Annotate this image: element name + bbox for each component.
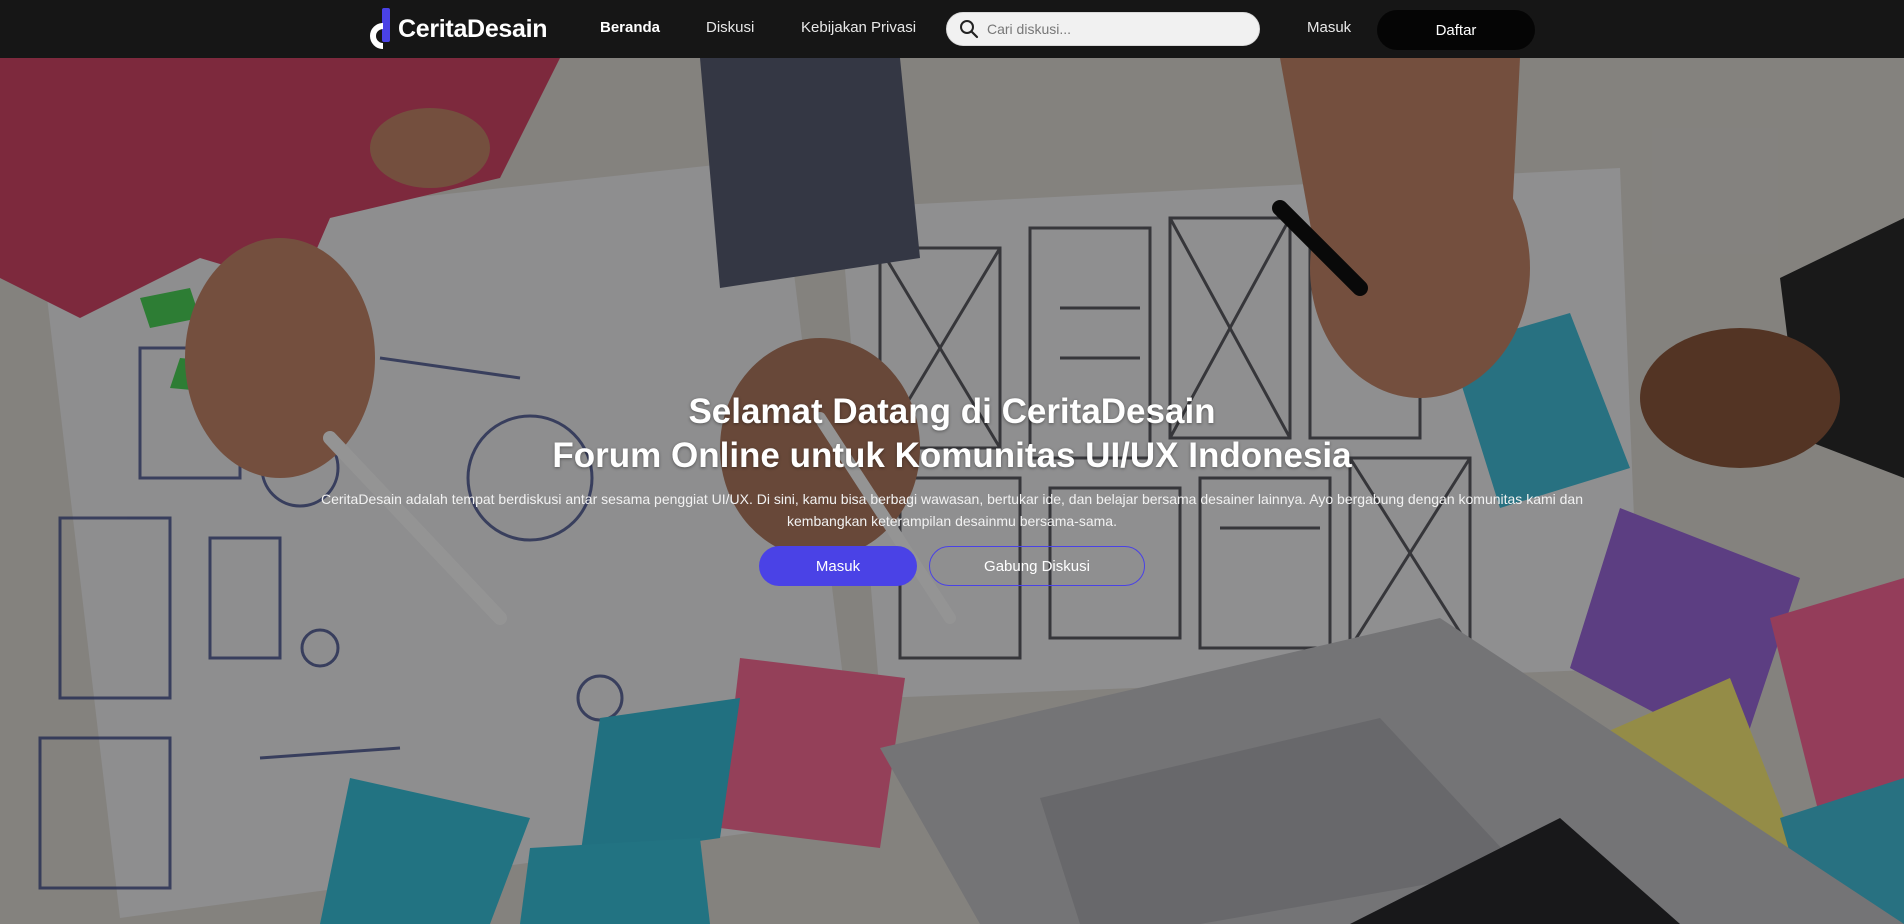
- hero-title-line-1: Selamat Datang di CeritaDesain: [688, 392, 1216, 431]
- search-input[interactable]: [987, 21, 1247, 37]
- search-bar: [946, 12, 1260, 46]
- hero-content: Selamat Datang di CeritaDesain Forum Onl…: [0, 390, 1904, 586]
- logo-icon: [366, 6, 396, 52]
- brand-logo[interactable]: CeritaDesain: [366, 6, 548, 52]
- hero-login-button[interactable]: Masuk: [759, 546, 917, 586]
- hero-actions: Masuk Gabung Diskusi: [0, 546, 1904, 586]
- nav-login-link[interactable]: Masuk: [1307, 19, 1351, 36]
- nav-link-diskusi[interactable]: Diskusi: [706, 19, 754, 36]
- nav-link-kebijakan-privasi[interactable]: Kebijakan Privasi: [801, 19, 916, 36]
- brand-name: CeritaDesain: [398, 14, 548, 43]
- hero-description: CeritaDesain adalah tempat berdiskusi an…: [320, 491, 1584, 529]
- search-icon[interactable]: [959, 19, 979, 39]
- hero-section: Selamat Datang di CeritaDesain Forum Onl…: [0, 58, 1904, 924]
- navbar: CeritaDesain Beranda Diskusi Kebijakan P…: [0, 0, 1904, 58]
- register-button[interactable]: Daftar: [1377, 10, 1535, 50]
- nav-link-beranda[interactable]: Beranda: [600, 19, 660, 36]
- hero-title: Selamat Datang di CeritaDesain Forum Onl…: [0, 390, 1904, 478]
- hero-title-line-2: Forum Online untuk Komunitas UI/UX Indon…: [552, 436, 1352, 475]
- join-discussion-button[interactable]: Gabung Diskusi: [929, 546, 1145, 586]
